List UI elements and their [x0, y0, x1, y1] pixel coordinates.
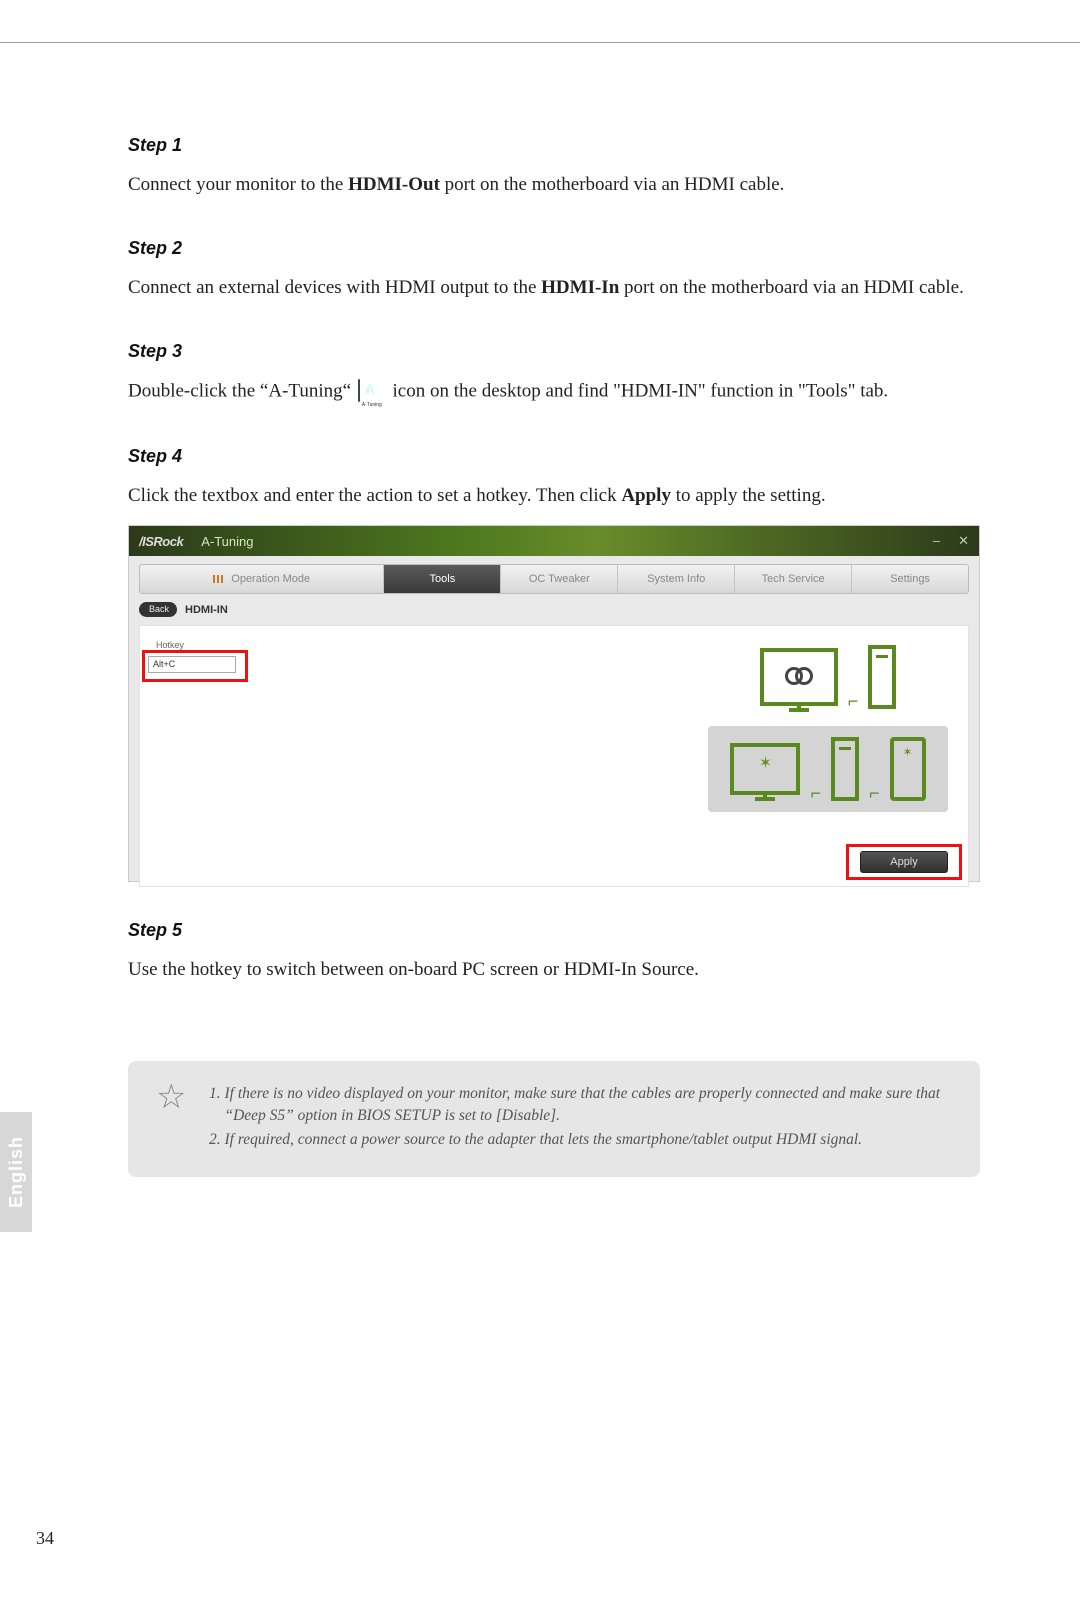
tab-sys-label: System Info [647, 573, 705, 585]
step-2-post: port on the motherboard via an HDMI cabl… [619, 277, 964, 298]
atuning-desktop-icon: A-Tuning [358, 376, 386, 408]
step-3-pre: Double-click the “A-Tuning“ [128, 380, 356, 401]
language-label: English [6, 1136, 27, 1208]
monitor-icon: ✶ [730, 743, 800, 795]
step-2-pre: Connect an external devices with HDMI ou… [128, 277, 541, 298]
step-3-post: icon on the desktop and find "HDMI-IN" f… [393, 380, 889, 401]
monitor-icon [760, 648, 838, 706]
step-1-title: Step 1 [128, 135, 980, 156]
step-5-title: Step 5 [128, 920, 980, 941]
tab-tools[interactable]: Tools [384, 565, 501, 593]
minimize-icon[interactable]: – [933, 533, 940, 549]
tab-tech-service[interactable]: Tech Service [735, 565, 852, 593]
app-titlebar: /ISRock A-Tuning – ✕ [129, 526, 979, 556]
atuning-app-window: /ISRock A-Tuning – ✕ Operation Mode Tool… [128, 525, 980, 882]
tab-settings[interactable]: Settings [852, 565, 968, 593]
hdmi-diagram: ⌐ ✶ ⌐ ⌐ ✶ [708, 634, 948, 812]
star-icon: ☆ [156, 1081, 186, 1153]
note-list: If there is no video displayed on your m… [204, 1083, 952, 1153]
atuning-icon-caption: A-Tuning [358, 402, 386, 408]
page-number: 34 [36, 1528, 54, 1549]
note-1: If there is no video displayed on your m… [224, 1083, 952, 1127]
phone-tablet-icon: ✶ [890, 737, 926, 801]
close-icon[interactable]: ✕ [958, 533, 969, 549]
diagram-row-source: ✶ ⌐ ⌐ ✶ [708, 726, 948, 812]
pc-tower-icon [831, 737, 859, 801]
step-1-body: Connect your monitor to the HDMI-Out por… [128, 170, 980, 200]
tab-tools-label: Tools [430, 573, 456, 585]
section-title: HDMI-IN [185, 604, 228, 616]
tab-operation-mode-label: Operation Mode [231, 573, 310, 585]
tab-settings-label: Settings [890, 573, 930, 585]
hotkey-input[interactable]: Alt+C [148, 656, 236, 673]
note-2: If required, connect a power source to t… [224, 1129, 952, 1151]
step-4-body: Click the textbox and enter the action t… [128, 481, 980, 511]
step-2-title: Step 2 [128, 238, 980, 259]
step-4-post: to apply the setting. [671, 485, 826, 506]
diagram-row-pc: ⌐ [708, 634, 948, 720]
cable-icon: ⌐ [810, 783, 821, 804]
cable-icon: ⌐ [869, 783, 880, 804]
note-box: ☆ If there is no video displayed on your… [128, 1061, 980, 1177]
tab-system-info[interactable]: System Info [618, 565, 735, 593]
language-tab: English [0, 1112, 32, 1232]
tab-oc-tweaker[interactable]: OC Tweaker [501, 565, 618, 593]
step-5-body: Use the hotkey to switch between on-boar… [128, 955, 980, 985]
step-4-pre: Click the textbox and enter the action t… [128, 485, 621, 506]
pc-tower-icon [868, 645, 896, 709]
tab-operation-mode[interactable]: Operation Mode [140, 565, 384, 593]
operation-mode-icon [213, 575, 225, 583]
app-content: Hotkey Alt+C ⌐ ✶ ⌐ ⌐ ✶ Apply [139, 625, 969, 887]
step-1-pre: Connect your monitor to the [128, 174, 348, 195]
back-button[interactable]: Back [139, 602, 177, 617]
tab-tech-label: Tech Service [762, 573, 825, 585]
hotkey-label: Hotkey [156, 640, 184, 650]
apply-highlight: Apply [846, 844, 962, 880]
step-1-post: port on the motherboard via an HDMI cabl… [440, 174, 785, 195]
cable-icon: ⌐ [848, 691, 859, 712]
step-2-bold: HDMI-In [541, 277, 619, 298]
apply-button[interactable]: Apply [860, 851, 948, 873]
app-subheader: Back HDMI-IN [139, 602, 969, 617]
app-tabs: Operation Mode Tools OC Tweaker System I… [139, 564, 969, 594]
step-3-body: Double-click the “A-Tuning“ A-Tuning ico… [128, 376, 980, 408]
step-2-body: Connect an external devices with HDMI ou… [128, 273, 980, 303]
app-title: A-Tuning [201, 534, 253, 549]
page-top-rule [0, 42, 1080, 43]
app-brand: /ISRock [139, 534, 183, 549]
step-4-bold: Apply [621, 485, 671, 506]
step-4-title: Step 4 [128, 446, 980, 467]
tab-oc-label: OC Tweaker [529, 573, 590, 585]
step-3-title: Step 3 [128, 341, 980, 362]
step-1-bold: HDMI-Out [348, 174, 440, 195]
